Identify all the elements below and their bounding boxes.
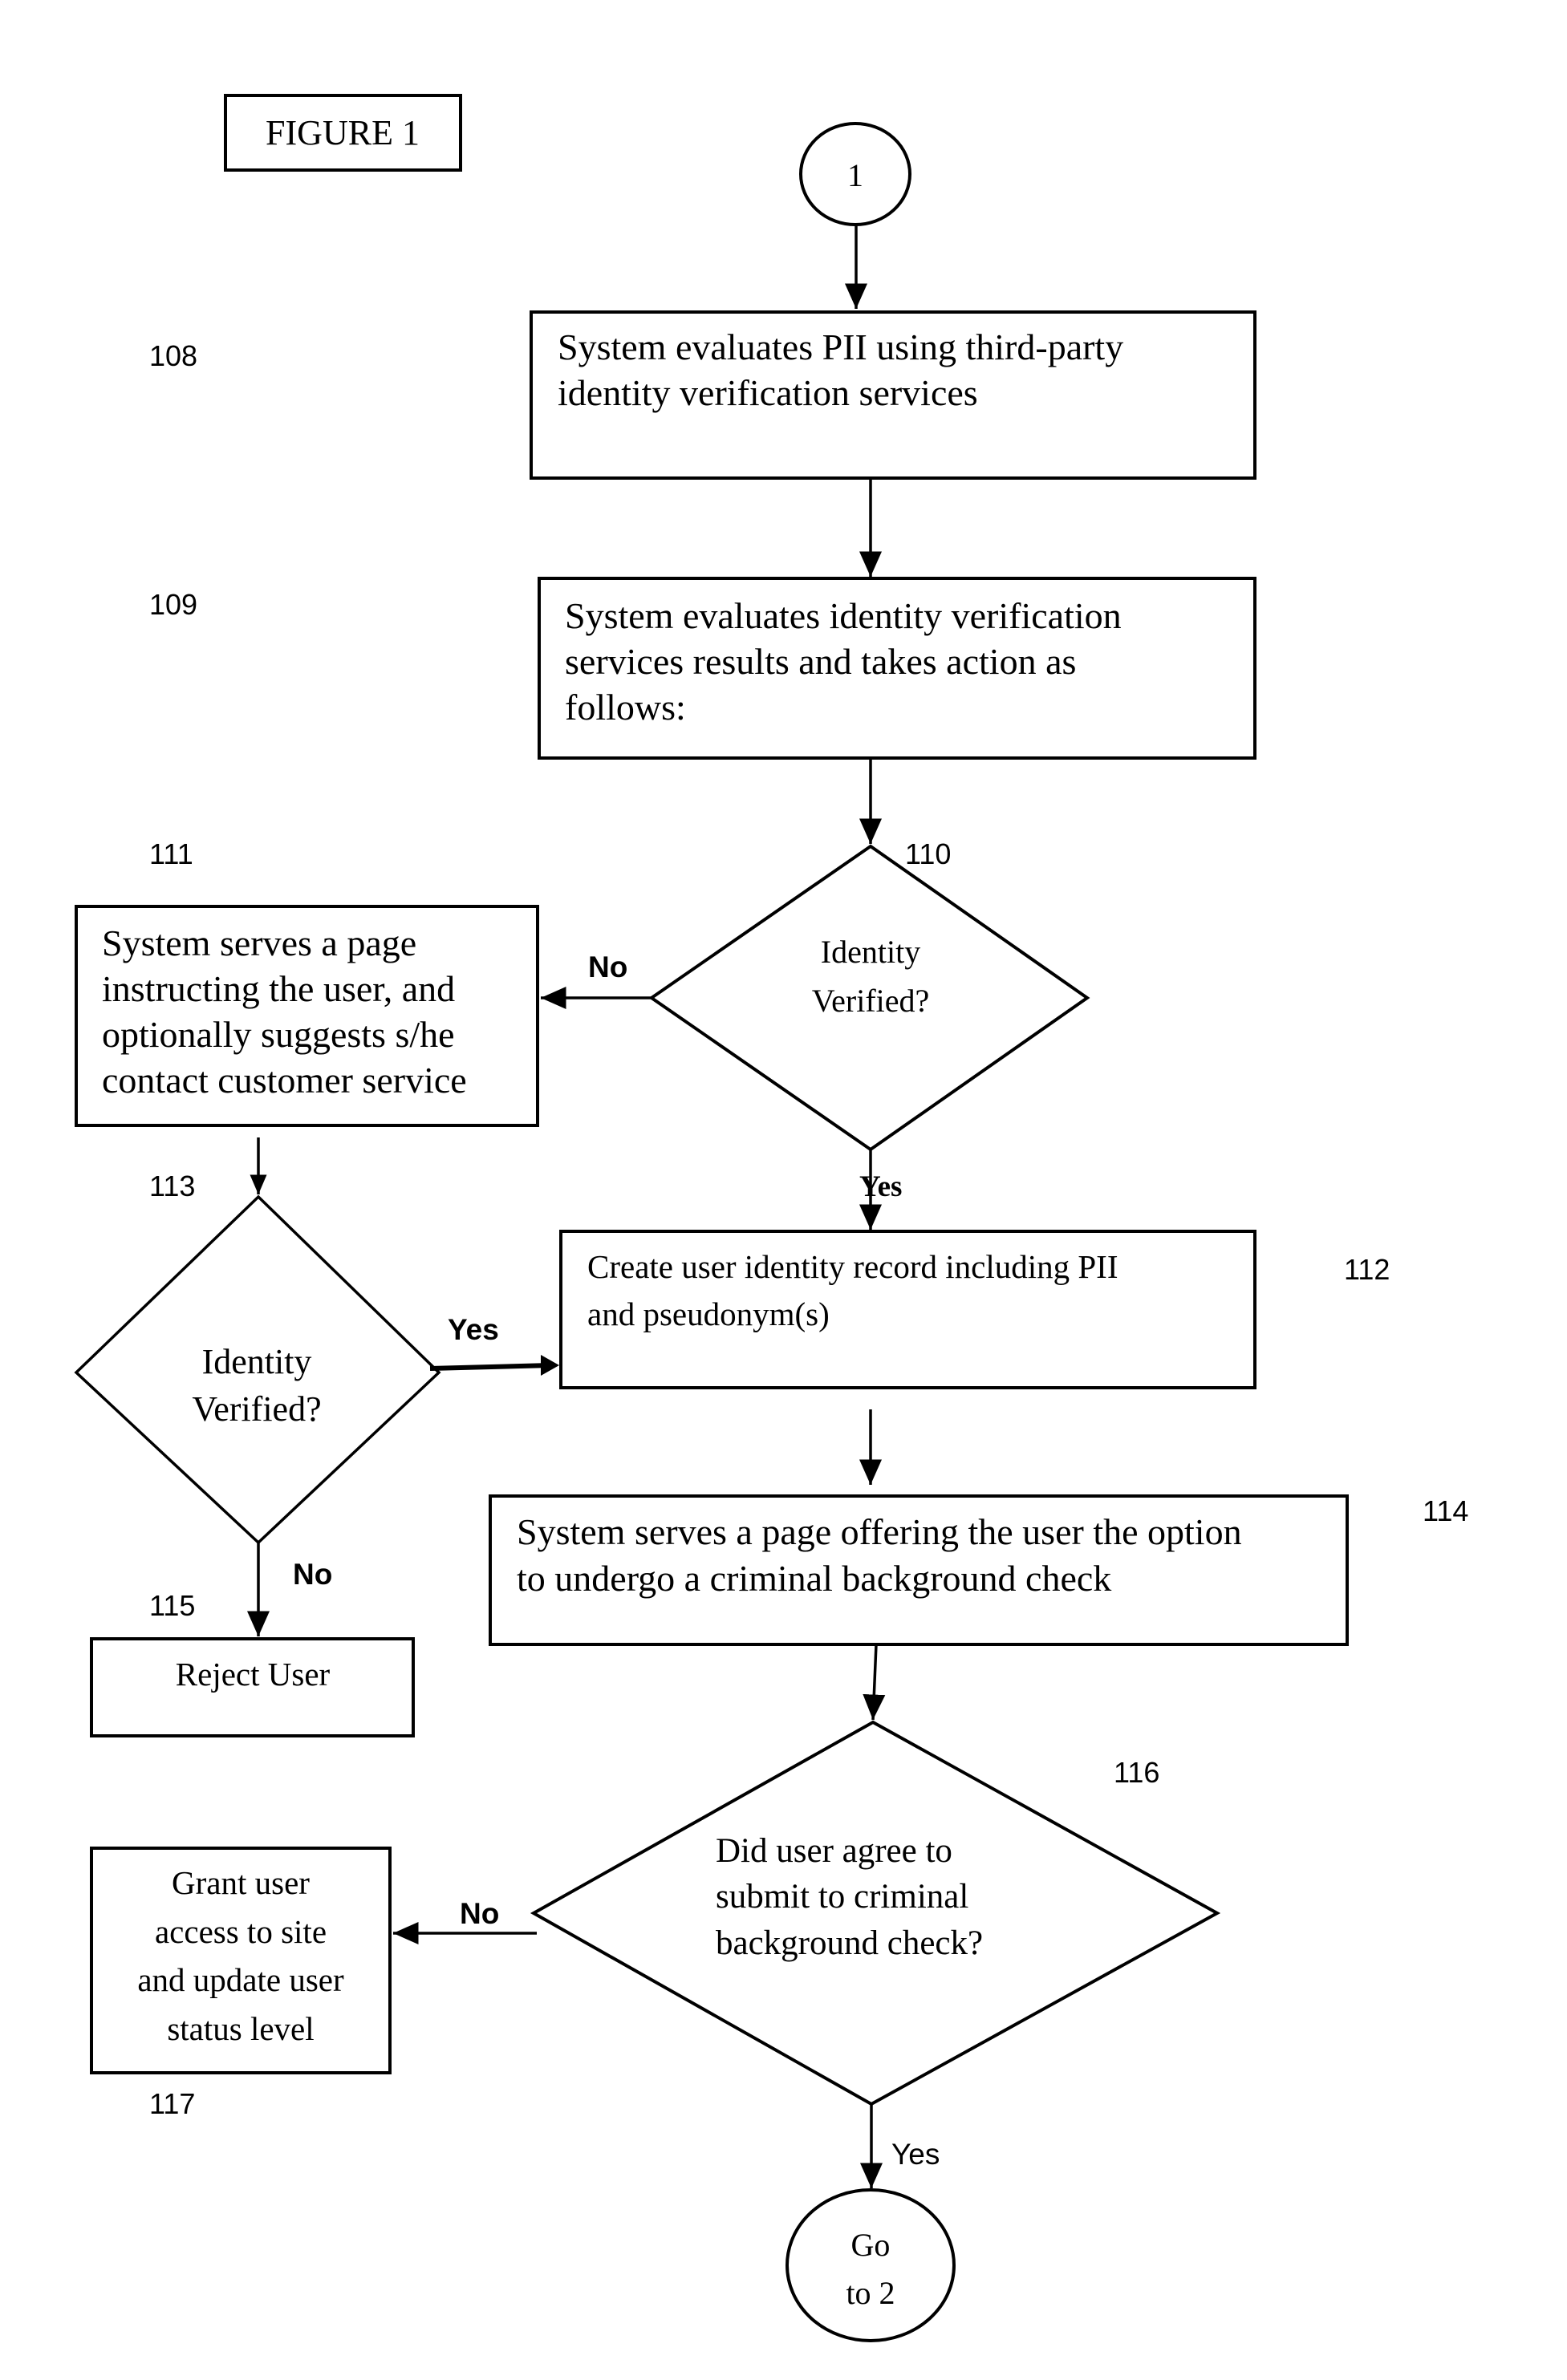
edge-116-yes-label: Yes: [891, 2138, 940, 2171]
step-114-line-1: System serves a page offering the user t…: [517, 1511, 1242, 1552]
step-108-line-2: identity verification services: [558, 372, 978, 413]
step-109-line-2: services results and takes action as: [565, 641, 1076, 682]
figure-title: FIGURE 1: [266, 113, 420, 152]
step-111-box: System serves a page instructing the use…: [75, 905, 539, 1127]
ref-112: 112: [1344, 1253, 1390, 1286]
decision-113-line-1: Identity: [202, 1342, 312, 1381]
step-117-line-4: status level: [167, 2010, 314, 2047]
step-115-label: Reject User: [176, 1656, 331, 1693]
decision-116-line-1: Did user agree to: [716, 1832, 952, 1870]
step-114-box: System serves a page offering the user t…: [489, 1494, 1349, 1646]
decision-110-line-1: Identity: [821, 934, 920, 970]
step-108-box: System evaluates PII using third-party i…: [530, 310, 1256, 480]
end-connector: Go to 2: [786, 2188, 956, 2342]
ref-109: 109: [149, 588, 197, 621]
step-114-line-2: to undergo a criminal background check: [517, 1558, 1111, 1599]
decision-110: Identity Verified?: [648, 844, 1090, 1152]
ref-115: 115: [149, 1589, 195, 1622]
end-connector-line-1: Go: [851, 2227, 891, 2263]
step-109-box: System evaluates identity verification s…: [538, 577, 1256, 760]
edge-110-yes-label: Yes: [859, 1170, 902, 1203]
end-connector-line-2: to 2: [846, 2275, 895, 2311]
step-117-line-1: Grant user: [172, 1864, 310, 1901]
step-117-line-2: access to site: [155, 1913, 327, 1950]
step-111-line-2: instructing the user, and: [102, 968, 455, 1009]
step-109-line-1: System evaluates identity verification: [565, 595, 1122, 636]
decision-113: Identity Verified?: [74, 1194, 441, 1545]
start-connector-label: 1: [847, 157, 863, 193]
ref-114: 114: [1423, 1494, 1468, 1527]
decision-116-line-3: background check?: [716, 1924, 983, 1962]
ref-117: 117: [149, 2087, 195, 2120]
step-112-line-1: Create user identity record including PI…: [587, 1248, 1118, 1285]
ref-108: 108: [149, 339, 197, 372]
edge-113-yes-label: Yes: [448, 1313, 499, 1346]
step-117-line-3: and update user: [137, 1961, 344, 1998]
edge-113-no-label: No: [293, 1558, 332, 1591]
decision-110-line-2: Verified?: [812, 983, 930, 1019]
ref-113: 113: [149, 1170, 195, 1202]
flowchart-canvas: FIGURE 1 1 108 System evaluates PII usin…: [74, 94, 1468, 2342]
step-117-box: Grant user access to site and update use…: [90, 1847, 392, 2074]
ref-116: 116: [1114, 1756, 1159, 1789]
step-111-line-3: optionally suggests s/he: [102, 1014, 455, 1055]
step-112-line-2: and pseudonym(s): [587, 1295, 830, 1332]
step-111-line-1: System serves a page: [102, 922, 416, 963]
edge-113-yes-arrowhead: [541, 1355, 559, 1376]
step-109-line-3: follows:: [565, 687, 686, 728]
step-111-line-4: contact customer service: [102, 1060, 467, 1101]
decision-116-line-2: submit to criminal: [716, 1878, 968, 1916]
step-115-box: Reject User: [90, 1637, 415, 1737]
edge-110-no-label: No: [588, 951, 627, 983]
ref-110: 110: [905, 837, 951, 870]
edge-113-yes-to-112: [429, 1363, 551, 1371]
edge-114-to-116: [863, 1644, 886, 1721]
figure-title-box: FIGURE 1: [224, 94, 462, 172]
start-connector: 1: [799, 122, 911, 226]
ref-111: 111: [149, 837, 193, 870]
decision-113-line-2: Verified?: [192, 1389, 321, 1429]
edge-116-no-label: No: [460, 1897, 499, 1930]
step-108-line-1: System evaluates PII using third-party: [558, 326, 1123, 367]
step-112-box: Create user identity record including PI…: [559, 1230, 1256, 1389]
